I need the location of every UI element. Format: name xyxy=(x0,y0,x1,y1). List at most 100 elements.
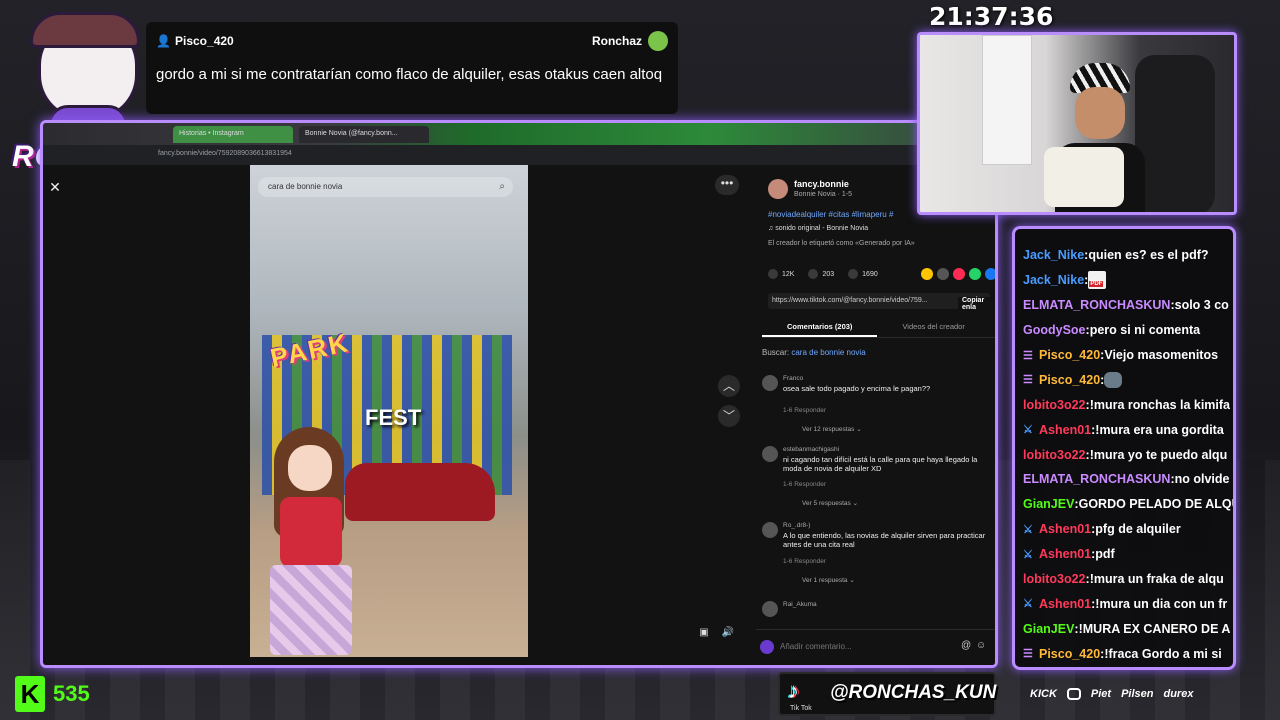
share-coin-icon[interactable] xyxy=(921,268,933,280)
comment-count: 203 xyxy=(822,270,835,278)
mention-icon[interactable]: @ xyxy=(961,640,971,651)
chat-message: ⚔ Ashen01: pfg de alquiler xyxy=(1023,517,1233,542)
search-icon[interactable]: ⌕ xyxy=(499,181,505,192)
browser-tab-tiktok[interactable]: Bonnie Novia (@fancy.bonn... xyxy=(299,126,429,143)
kick-logo: K xyxy=(15,676,45,712)
chat-username[interactable]: GoodySoe xyxy=(1023,323,1086,337)
author-name[interactable]: fancy.bonnie xyxy=(794,179,852,189)
tiktok-page: ✕ cara de bonnie novia ⌕ PARK FEST ••• ︿… xyxy=(43,165,995,665)
chat-username[interactable]: lobito3o22 xyxy=(1023,572,1086,586)
chat-text: !fraca Gordo a mi si xyxy=(1104,646,1222,661)
commenter-name[interactable]: Ro_.dr8-) xyxy=(783,522,810,529)
whatsapp-icon[interactable] xyxy=(969,268,981,280)
browser-url-bar[interactable]: fancy.bonnie/video/7592089036613831954 xyxy=(43,145,995,165)
chat-message: lobito3o22: !mura un fraka de alqu xyxy=(1023,567,1233,592)
chat-username[interactable]: GianJEV xyxy=(1023,622,1074,636)
add-comment-input[interactable]: Añadir comentario... xyxy=(780,642,852,651)
author-avatar[interactable] xyxy=(768,179,788,199)
commenter-avatar[interactable] xyxy=(762,601,778,617)
video-link-field[interactable]: https://www.tiktok.com/@fancy.bonnie/vid… xyxy=(768,293,990,309)
panel-tabs: Comentarios (203) Videos del creador xyxy=(762,318,995,338)
chat-text: !mura era una gordita xyxy=(1095,422,1224,437)
search-query-link[interactable]: cara de bonnie novia xyxy=(791,348,865,357)
chat-username[interactable]: Pisco_420 xyxy=(1039,647,1100,661)
chat-username[interactable]: Ashen01 xyxy=(1039,423,1091,437)
video-player[interactable]: cara de bonnie novia ⌕ PARK FEST xyxy=(250,165,528,657)
sponsor-bar: KICK Piet Pilsen durex xyxy=(1030,688,1193,700)
hashtags[interactable]: #noviadealquiler #citas #limaperu # xyxy=(768,210,893,219)
comment-meta[interactable]: 1-6 Responder xyxy=(783,558,826,565)
chat-text: !mura yo te puedo alqu xyxy=(1089,447,1228,462)
comment-item: Franco osea sale todo pagado y encima le… xyxy=(762,375,995,435)
chat-text: solo 3 co xyxy=(1174,298,1229,313)
commenter-avatar[interactable] xyxy=(762,375,778,391)
view-replies-button[interactable]: Ver 1 respuesta ⌄ xyxy=(802,576,855,584)
sound-info[interactable]: ♫ sonido original - Bonnie Novia xyxy=(768,225,868,232)
chat-username[interactable]: Jack_Nike xyxy=(1023,273,1084,287)
commenter-avatar[interactable] xyxy=(762,446,778,462)
browser-tab-bar: Historias • Instagram Bonnie Novia (@fan… xyxy=(43,123,995,145)
video-search-input[interactable]: cara de bonnie novia ⌕ xyxy=(258,177,513,197)
sword-badge-icon: ⚔ xyxy=(1023,548,1033,561)
comment-button[interactable]: 203 xyxy=(808,269,834,279)
commenter-name[interactable]: Rai_Akuma xyxy=(783,601,817,608)
comment-meta[interactable]: 1-6 Responder xyxy=(783,481,826,488)
tab-comments[interactable]: Comentarios (203) xyxy=(762,318,878,337)
save-button[interactable]: 1690 xyxy=(848,269,878,279)
like-button[interactable]: 12K xyxy=(768,269,794,279)
facebook-icon[interactable] xyxy=(985,268,995,280)
chat-username[interactable]: Ashen01 xyxy=(1039,597,1091,611)
video-car xyxy=(345,463,495,521)
volume-icon[interactable]: 🔊 xyxy=(719,627,737,645)
commenter-avatar[interactable] xyxy=(762,522,778,538)
chat-message: ☰ Pisco_420: !fraca Gordo a mi si xyxy=(1023,641,1233,666)
chat-text: quien es? es el pdf? xyxy=(1088,248,1209,263)
chevron-down-icon[interactable]: ﹀ xyxy=(718,405,740,427)
view-replies-button[interactable]: Ver 5 respuestas ⌄ xyxy=(802,499,858,507)
view-replies-button[interactable]: Ver 12 respuestas ⌄ xyxy=(802,425,862,433)
sub-badge-icon: ☰ xyxy=(1023,349,1033,362)
video-fest-caption: FEST xyxy=(365,405,422,430)
chat-username[interactable]: ELMATA_RONCHASKUN xyxy=(1023,472,1170,486)
commenter-name[interactable]: estebanmachigashi xyxy=(783,446,839,453)
commenter-name[interactable]: Franco xyxy=(783,375,803,382)
like-count: 12K xyxy=(782,270,795,278)
chat-username[interactable]: Ashen01 xyxy=(1039,547,1091,561)
send-icon[interactable] xyxy=(953,268,965,280)
author-info[interactable]: fancy.bonnie Bonnie Novia · 1-5 xyxy=(768,179,852,199)
chat-username[interactable]: Pisco_420 xyxy=(1039,348,1100,362)
chat-username[interactable]: Ashen01 xyxy=(1039,522,1091,536)
chevron-up-icon[interactable]: ︿ xyxy=(718,375,740,397)
chat-username[interactable]: lobito3o22 xyxy=(1023,398,1086,412)
chat-message: ELMATA_RONCHASKUN: no olvide xyxy=(1023,467,1233,492)
chat-message: ⚔ Ashen01: !mura era una gordita xyxy=(1023,417,1233,442)
embed-icon[interactable] xyxy=(937,268,949,280)
screen-capture-frame: Historias • Instagram Bonnie Novia (@fan… xyxy=(40,120,998,668)
close-icon[interactable]: ✕ xyxy=(47,179,63,195)
heart-icon xyxy=(768,269,778,279)
pip-icon[interactable]: ▣ xyxy=(695,627,713,645)
chat-message: ☰ Pisco_420: Viejo masomenitos xyxy=(1023,343,1233,368)
browser-tab-instagram[interactable]: Historias • Instagram xyxy=(173,126,293,143)
comment-icon xyxy=(808,269,819,279)
notification-message: gordo a mi si me contratarían como flaco… xyxy=(156,66,663,83)
chat-message: GianJEV: !MURA EX CANERO DE A xyxy=(1023,616,1233,641)
emoji-icon[interactable]: ☺ xyxy=(976,640,986,651)
chat-username[interactable]: lobito3o22 xyxy=(1023,448,1086,462)
chat-username[interactable]: Jack_Nike xyxy=(1023,248,1084,262)
more-options-icon[interactable]: ••• xyxy=(715,175,739,195)
stream-clock: 21:37:36 xyxy=(929,2,1054,31)
sponsor-pilsen: Pilsen xyxy=(1121,688,1154,700)
chat-text: !mura ronchas la kimifa xyxy=(1089,397,1231,412)
tiktok-handle: @RONCHAS_KUN xyxy=(830,682,997,703)
tab-creator-videos[interactable]: Videos del creador xyxy=(877,318,989,337)
chat-username[interactable]: ELMATA_RONCHASKUN xyxy=(1023,298,1170,312)
copy-link-button[interactable]: Copiar enla xyxy=(958,297,995,311)
video-anime-character xyxy=(260,427,360,657)
comment-item: Ro_.dr8-) A lo que entiendo, las novias … xyxy=(762,522,995,592)
comment-text: ni cagando tan difícil está la calle par… xyxy=(783,455,978,473)
comment-meta[interactable]: 1-6 Responder xyxy=(783,407,826,414)
chat-username[interactable]: GianJEV xyxy=(1023,497,1074,511)
current-user-avatar xyxy=(760,640,774,654)
chat-username[interactable]: Pisco_420 xyxy=(1039,373,1100,387)
